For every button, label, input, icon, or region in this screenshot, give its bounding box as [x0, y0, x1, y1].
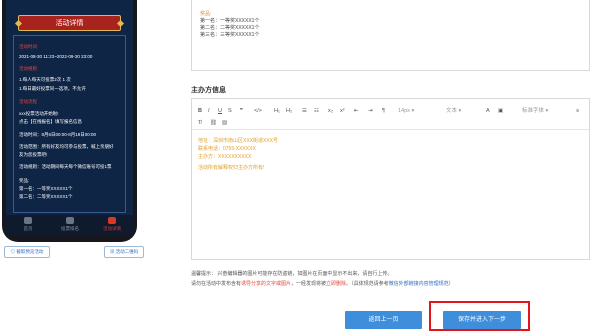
- underline-icon[interactable]: U: [218, 107, 222, 116]
- prev-page-button[interactable]: 返回上一页: [345, 311, 422, 329]
- tips-text: 。（具体规范请参考: [346, 281, 389, 287]
- tips-text: ）: [448, 281, 454, 287]
- eye-icon: ◎: [10, 249, 16, 254]
- phone-line: 活动时间: [19, 44, 37, 49]
- ranking-icon: [66, 217, 74, 224]
- rtl-icon[interactable]: ¶: [382, 107, 385, 116]
- superscript-icon[interactable]: x²: [340, 107, 345, 116]
- phone-content: 活动时间 2021-08-30 11:23~2022-09-30 23:00 活…: [13, 35, 126, 213]
- italic-icon[interactable]: I: [208, 107, 210, 116]
- phone-preview: 活动详情 活动时间 2021-08-30 11:23~2022-09-30 23…: [2, 0, 137, 242]
- tab-details[interactable]: 活动详情: [92, 217, 132, 235]
- paragraph-select[interactable]: 文本 ▾: [446, 107, 461, 116]
- paragraph-value: 文本: [446, 108, 458, 114]
- qr-code-button[interactable]: ▦ 活动二维码: [104, 246, 144, 258]
- phone-line: 活动流程: [19, 99, 37, 104]
- quote-icon[interactable]: ❞: [240, 107, 243, 116]
- phone-line: 活动规则：活动期间每天每个微信账号可投1票: [19, 164, 112, 169]
- indent-icon[interactable]: ⇤: [354, 107, 359, 116]
- tips-line-2: 请勿在活动中发布含有诱导分享的文字或图片，一经发现将被立即删除。（具体规范请参考…: [191, 280, 454, 287]
- awards-heading: 奖品:: [200, 11, 212, 17]
- tab-ranking[interactable]: 投票排名: [50, 217, 90, 235]
- bold-icon[interactable]: B: [198, 107, 202, 116]
- font-size-select[interactable]: 14px ▾: [398, 107, 414, 116]
- tab-label: 活动详情: [103, 226, 121, 231]
- phone-line: 2021-08-30 11:23~2022-09-30 23:00: [19, 54, 93, 59]
- tab-label: 投票排名: [61, 226, 79, 231]
- rules-link[interactable]: 微信外部链接内容管理规范: [389, 281, 449, 287]
- tab-home[interactable]: 首页: [8, 217, 48, 235]
- phone-screen: 活动详情 活动时间 2021-08-30 11:23~2022-09-30 23…: [6, 0, 133, 215]
- tips-warning: 诱导分享的文字或图片: [241, 281, 292, 287]
- outdent-icon[interactable]: ⇥: [368, 107, 373, 116]
- phone-line: 活动规则: [19, 66, 37, 71]
- phone-line: 第二名：二等奖XXXXX1个: [19, 194, 73, 199]
- align-icon[interactable]: ≡: [576, 107, 579, 116]
- background-color-icon[interactable]: ▣: [498, 107, 503, 116]
- heading2-icon[interactable]: H₂: [286, 107, 292, 116]
- phone-line: 点击【在线报名】填写报名信息: [19, 119, 82, 124]
- organizer-editor[interactable]: B I U S ❞ </> H₁ H₂ ☰ ☷ x₂ x² ⇤ ⇥ ¶ 14px…: [191, 98, 590, 260]
- font-family-value: 标准字体: [522, 108, 545, 114]
- details-icon: [108, 217, 116, 224]
- phone-line: 活动时间：8月6日00:00-8月18日00:00: [19, 132, 97, 137]
- phone-line: 1.每日最好投票同一选项，不允许: [19, 86, 86, 91]
- save-next-button[interactable]: 保存并进入下一步: [443, 311, 521, 329]
- organizer-section-title: 主办方信息: [191, 87, 226, 94]
- phone-line: xxx投票活动开始啦!: [19, 111, 59, 116]
- font-color-icon[interactable]: A: [486, 107, 490, 116]
- awards-editor[interactable]: 奖品: 第一名：一等奖XXXXX1个 第二名：二等奖XXXXX1个 第三名：三等…: [191, 0, 590, 71]
- award-line: 第二名：二等奖XXXXX1个: [200, 25, 260, 31]
- font-family-select[interactable]: 标准字体 ▾: [522, 107, 548, 116]
- font-size-value: 14px: [398, 108, 410, 114]
- organizer-line: 联系电话：0755-XXXXXX: [198, 146, 256, 152]
- image-icon[interactable]: ▨: [222, 119, 227, 128]
- tab-label: 首页: [23, 226, 33, 231]
- organizer-welcome: 活动所有解释权归主办方所有!: [198, 165, 265, 171]
- organizer-line: 主办方：XXXXXXXXXX: [198, 154, 252, 160]
- phone-header: 活动详情: [18, 15, 121, 31]
- phone-header-title: 活动详情: [55, 20, 84, 27]
- qr-icon: ▦: [109, 249, 115, 254]
- subscript-icon[interactable]: x₂: [328, 107, 333, 116]
- phone-line: 第一名：一等奖XXXXX1个: [19, 186, 73, 191]
- home-icon: [24, 217, 32, 224]
- heading1-icon[interactable]: H₁: [274, 107, 280, 116]
- tips-text: 请勿在活动中发布含有: [191, 281, 242, 287]
- organizer-line: 地址：深圳市南山区XXX街道XXX号: [198, 138, 279, 144]
- qr-code-label: 活动二维码: [115, 249, 139, 254]
- tips-warning: 立即删除: [326, 281, 347, 287]
- strikethrough-icon[interactable]: S: [228, 107, 232, 116]
- tips-line-1: 温馨提示： 兴奋编辑器的图片可能存在防盗链，如图片在页面中显示不出来，请自行上传…: [191, 271, 393, 277]
- preview-activity-button[interactable]: ◎ 截取预览活动: [4, 246, 50, 258]
- toolbar-divider: [192, 129, 589, 130]
- unordered-list-icon[interactable]: ☷: [314, 107, 319, 116]
- phone-tabbar: 首页 投票排名 活动详情: [6, 215, 133, 235]
- clear-format-icon[interactable]: T̸: [198, 119, 201, 128]
- link-icon[interactable]: ⛓: [210, 119, 217, 128]
- phone-line: 1.每人每天可投票2次 1 次: [19, 77, 71, 82]
- award-line: 第一名：一等奖XXXXX1个: [200, 18, 260, 24]
- ordered-list-icon[interactable]: ☰: [302, 107, 307, 116]
- preview-activity-label: 截取预览活动: [16, 249, 44, 254]
- award-line: 第三名：三等奖XXXXX1个: [200, 32, 260, 38]
- phone-line: 奖品:: [19, 178, 30, 183]
- code-icon[interactable]: </>: [254, 107, 262, 116]
- phone-line: 友为您投票吧!: [19, 152, 48, 157]
- phone-line: 活动范围：所有好友均可参与投票，喊上亲朋好: [19, 144, 114, 149]
- tips-text: ，一经发现将被: [291, 281, 327, 287]
